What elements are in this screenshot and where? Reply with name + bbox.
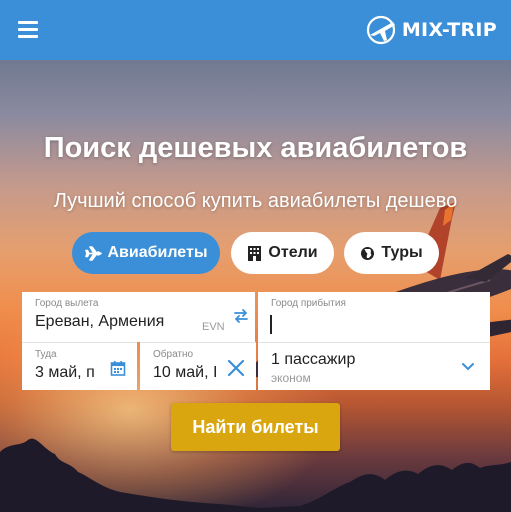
site-logo[interactable]: MIX-TRIP bbox=[365, 14, 497, 46]
return-value: 10 май, I bbox=[153, 364, 218, 381]
tab-hotels-label: Отели bbox=[268, 244, 318, 261]
globe-plane-logo bbox=[366, 15, 395, 45]
calendar-icon[interactable] bbox=[110, 360, 126, 376]
passengers-value: 1 пассажир bbox=[271, 351, 356, 368]
hamburger-menu-icon[interactable] bbox=[18, 21, 38, 38]
tab-hotels[interactable]: Отели bbox=[231, 232, 334, 274]
origin-field[interactable]: Город вылета Ереван, Армения EVN bbox=[22, 292, 255, 342]
globe-icon bbox=[361, 246, 375, 260]
close-icon[interactable] bbox=[227, 359, 245, 377]
airplane-icon bbox=[84, 245, 102, 261]
destination-label: Город прибытия bbox=[271, 298, 346, 309]
tab-tours-label: Туры bbox=[381, 244, 423, 261]
depart-label: Туда bbox=[35, 349, 57, 360]
hotel-icon bbox=[248, 246, 262, 261]
cabin-class-value: эконом bbox=[271, 371, 311, 385]
origin-iata-code: EVN bbox=[202, 321, 225, 333]
depart-date-field[interactable]: Туда 3 май, п bbox=[22, 342, 137, 390]
destination-field[interactable]: Город прибытия bbox=[258, 292, 490, 342]
header-bar: MIX-TRIP bbox=[0, 0, 511, 60]
chevron-down-icon[interactable] bbox=[461, 362, 475, 372]
tab-flights[interactable]: Авиабилеты bbox=[72, 232, 220, 274]
logo-text: MIX-TRIP bbox=[401, 19, 497, 41]
passengers-field[interactable]: 1 пассажир эконом bbox=[258, 342, 490, 390]
hero-section: Поиск дешевых авиабилетов Лучший способ … bbox=[0, 60, 511, 512]
text-cursor bbox=[270, 315, 272, 334]
page-subtitle: Лучший способ купить авиабилеты дешево bbox=[53, 190, 458, 212]
depart-value: 3 май, п bbox=[35, 364, 95, 381]
page-title: Поиск дешевых авиабилетов bbox=[43, 132, 468, 164]
search-tickets-button[interactable]: Найти билеты bbox=[171, 403, 340, 451]
swap-icon[interactable] bbox=[233, 308, 249, 324]
tab-tours[interactable]: Туры bbox=[344, 232, 439, 274]
tab-flights-label: Авиабилеты bbox=[107, 244, 208, 261]
return-date-field[interactable]: Обратно 10 май, I bbox=[140, 342, 256, 390]
origin-label: Город вылета bbox=[35, 298, 99, 309]
